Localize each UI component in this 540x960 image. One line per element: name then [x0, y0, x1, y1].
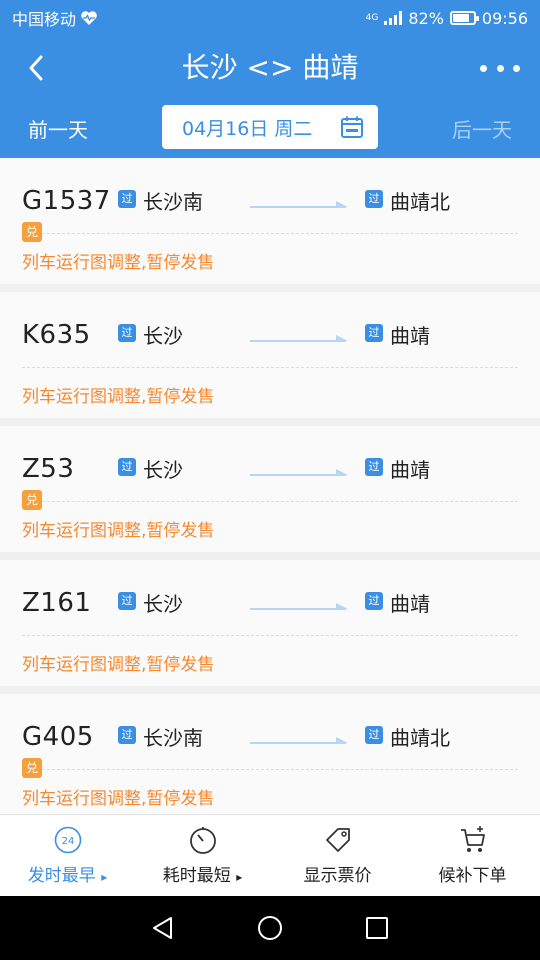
- train-number: Z161: [22, 588, 92, 618]
- next-day-button[interactable]: 后一天: [452, 114, 512, 143]
- date-label: 04月16日 周二: [182, 117, 313, 140]
- pass-tag: 过: [365, 726, 383, 744]
- train-number: G405: [22, 722, 94, 752]
- pass-tag: 过: [365, 190, 383, 208]
- arrival-station: 曲靖: [390, 324, 430, 348]
- date-picker[interactable]: 04月16日 周二: [162, 105, 378, 149]
- show-price-label: 显示票价: [303, 866, 372, 886]
- sort-shortest-button[interactable]: 耗时最短 ▸: [135, 815, 270, 896]
- arrow-right-icon: [250, 737, 348, 744]
- departure-station: 长沙: [143, 458, 183, 482]
- sale-status-message: 列车运行图调整,暂停发售: [22, 789, 215, 809]
- clock-24-icon: 24: [54, 826, 81, 854]
- sale-status-message: 列车运行图调整,暂停发售: [22, 253, 215, 273]
- departure-station: 长沙: [143, 592, 183, 616]
- date-bar: 前一天 04月16日 周二 后一天: [0, 100, 540, 158]
- waitlist-order-label: 候补下单: [438, 866, 507, 886]
- divider: [22, 769, 518, 770]
- train-number: Z53: [22, 454, 75, 484]
- nav-recents-icon[interactable]: [363, 914, 391, 942]
- pass-tag: 过: [365, 458, 383, 476]
- train-number: G1537: [22, 186, 111, 216]
- exchange-badge: 兑: [22, 758, 42, 778]
- train-card[interactable]: K635 过 长沙 过 曲靖 列车运行图调整,暂停发售: [0, 292, 540, 418]
- battery-icon: [449, 11, 479, 25]
- pass-tag: 过: [118, 458, 136, 476]
- sort-earliest-button[interactable]: 24 发时最早 ▸: [0, 815, 135, 896]
- show-price-button[interactable]: 显示票价: [270, 815, 405, 896]
- app-header: 长沙 <> 曲靖: [0, 36, 540, 100]
- arrow-right-icon: [250, 603, 348, 610]
- carrier-label: 中国移动: [12, 10, 77, 29]
- waitlist-order-button[interactable]: 候补下单: [405, 815, 540, 896]
- pass-tag: 过: [118, 324, 136, 342]
- nav-home-icon[interactable]: [256, 914, 284, 942]
- system-nav-bar: [0, 896, 540, 960]
- sort-shortest-label: 耗时最短 ▸: [162, 866, 243, 886]
- clock-24-label: 24: [61, 836, 74, 847]
- sale-status-message: 列车运行图调整,暂停发售: [22, 521, 215, 541]
- divider: [22, 501, 518, 502]
- train-list[interactable]: G1537 过 长沙南 过 曲靖北 兑 列车运行图调整,暂停发售 K635 过 …: [0, 158, 540, 814]
- exchange-badge: 兑: [22, 490, 42, 510]
- back-button[interactable]: [18, 50, 54, 86]
- sort-toolbar: 24 发时最早 ▸ 耗时最短 ▸ 显示票价 候补下单: [0, 814, 540, 896]
- clock: 09:56: [481, 8, 528, 28]
- arrival-station: 曲靖北: [390, 190, 450, 214]
- pass-tag: 过: [118, 726, 136, 744]
- more-dot-icon: [513, 64, 520, 72]
- more-options-button[interactable]: [480, 54, 520, 82]
- timer-icon: [189, 827, 216, 854]
- train-card[interactable]: Z53 过 长沙 过 曲靖 兑 列车运行图调整,暂停发售: [0, 426, 540, 552]
- more-dot-icon: [480, 64, 487, 72]
- exchange-badge: 兑: [22, 222, 42, 242]
- departure-station: 长沙: [143, 324, 183, 348]
- arrow-right-icon: [250, 335, 348, 342]
- heart-health-icon: [81, 11, 97, 25]
- network-type-label: 4G: [365, 13, 379, 23]
- nav-back-icon[interactable]: [149, 914, 177, 942]
- arrow-right-icon: [250, 469, 348, 476]
- page-title: 长沙 <> 曲靖: [181, 51, 359, 84]
- price-tag-icon: [325, 828, 350, 852]
- prev-day-button[interactable]: 前一天: [28, 114, 88, 143]
- signal-icon: [384, 11, 403, 25]
- arrow-right-icon: [250, 201, 348, 208]
- divider: [22, 233, 518, 234]
- calendar-icon: [341, 116, 363, 138]
- sort-earliest-label: 发时最早 ▸: [27, 866, 108, 886]
- pass-tag: 过: [118, 592, 136, 610]
- divider: [22, 635, 518, 636]
- train-card[interactable]: G405 过 长沙南 过 曲靖北 兑 列车运行图调整,暂停发售: [0, 694, 540, 814]
- arrival-station: 曲靖: [390, 592, 430, 616]
- divider: [22, 367, 518, 368]
- more-dot-icon: [496, 64, 504, 72]
- status-bar: 中国移动 4G 82% 09:56: [0, 0, 540, 36]
- arrival-station: 曲靖北: [390, 726, 450, 750]
- sale-status-message: 列车运行图调整,暂停发售: [22, 387, 215, 407]
- departure-station: 长沙南: [143, 190, 203, 214]
- cart-add-icon: [460, 826, 485, 852]
- departure-station: 长沙南: [143, 726, 203, 750]
- train-card[interactable]: G1537 过 长沙南 过 曲靖北 兑 列车运行图调整,暂停发售: [0, 158, 540, 284]
- pass-tag: 过: [365, 592, 383, 610]
- sale-status-message: 列车运行图调整,暂停发售: [22, 655, 215, 675]
- train-number: K635: [22, 320, 91, 350]
- pass-tag: 过: [365, 324, 383, 342]
- battery-percent: 82%: [408, 8, 444, 28]
- chevron-left-icon: [29, 55, 43, 81]
- arrival-station: 曲靖: [390, 458, 430, 482]
- pass-tag: 过: [118, 190, 136, 208]
- train-card[interactable]: Z161 过 长沙 过 曲靖 列车运行图调整,暂停发售: [0, 560, 540, 686]
